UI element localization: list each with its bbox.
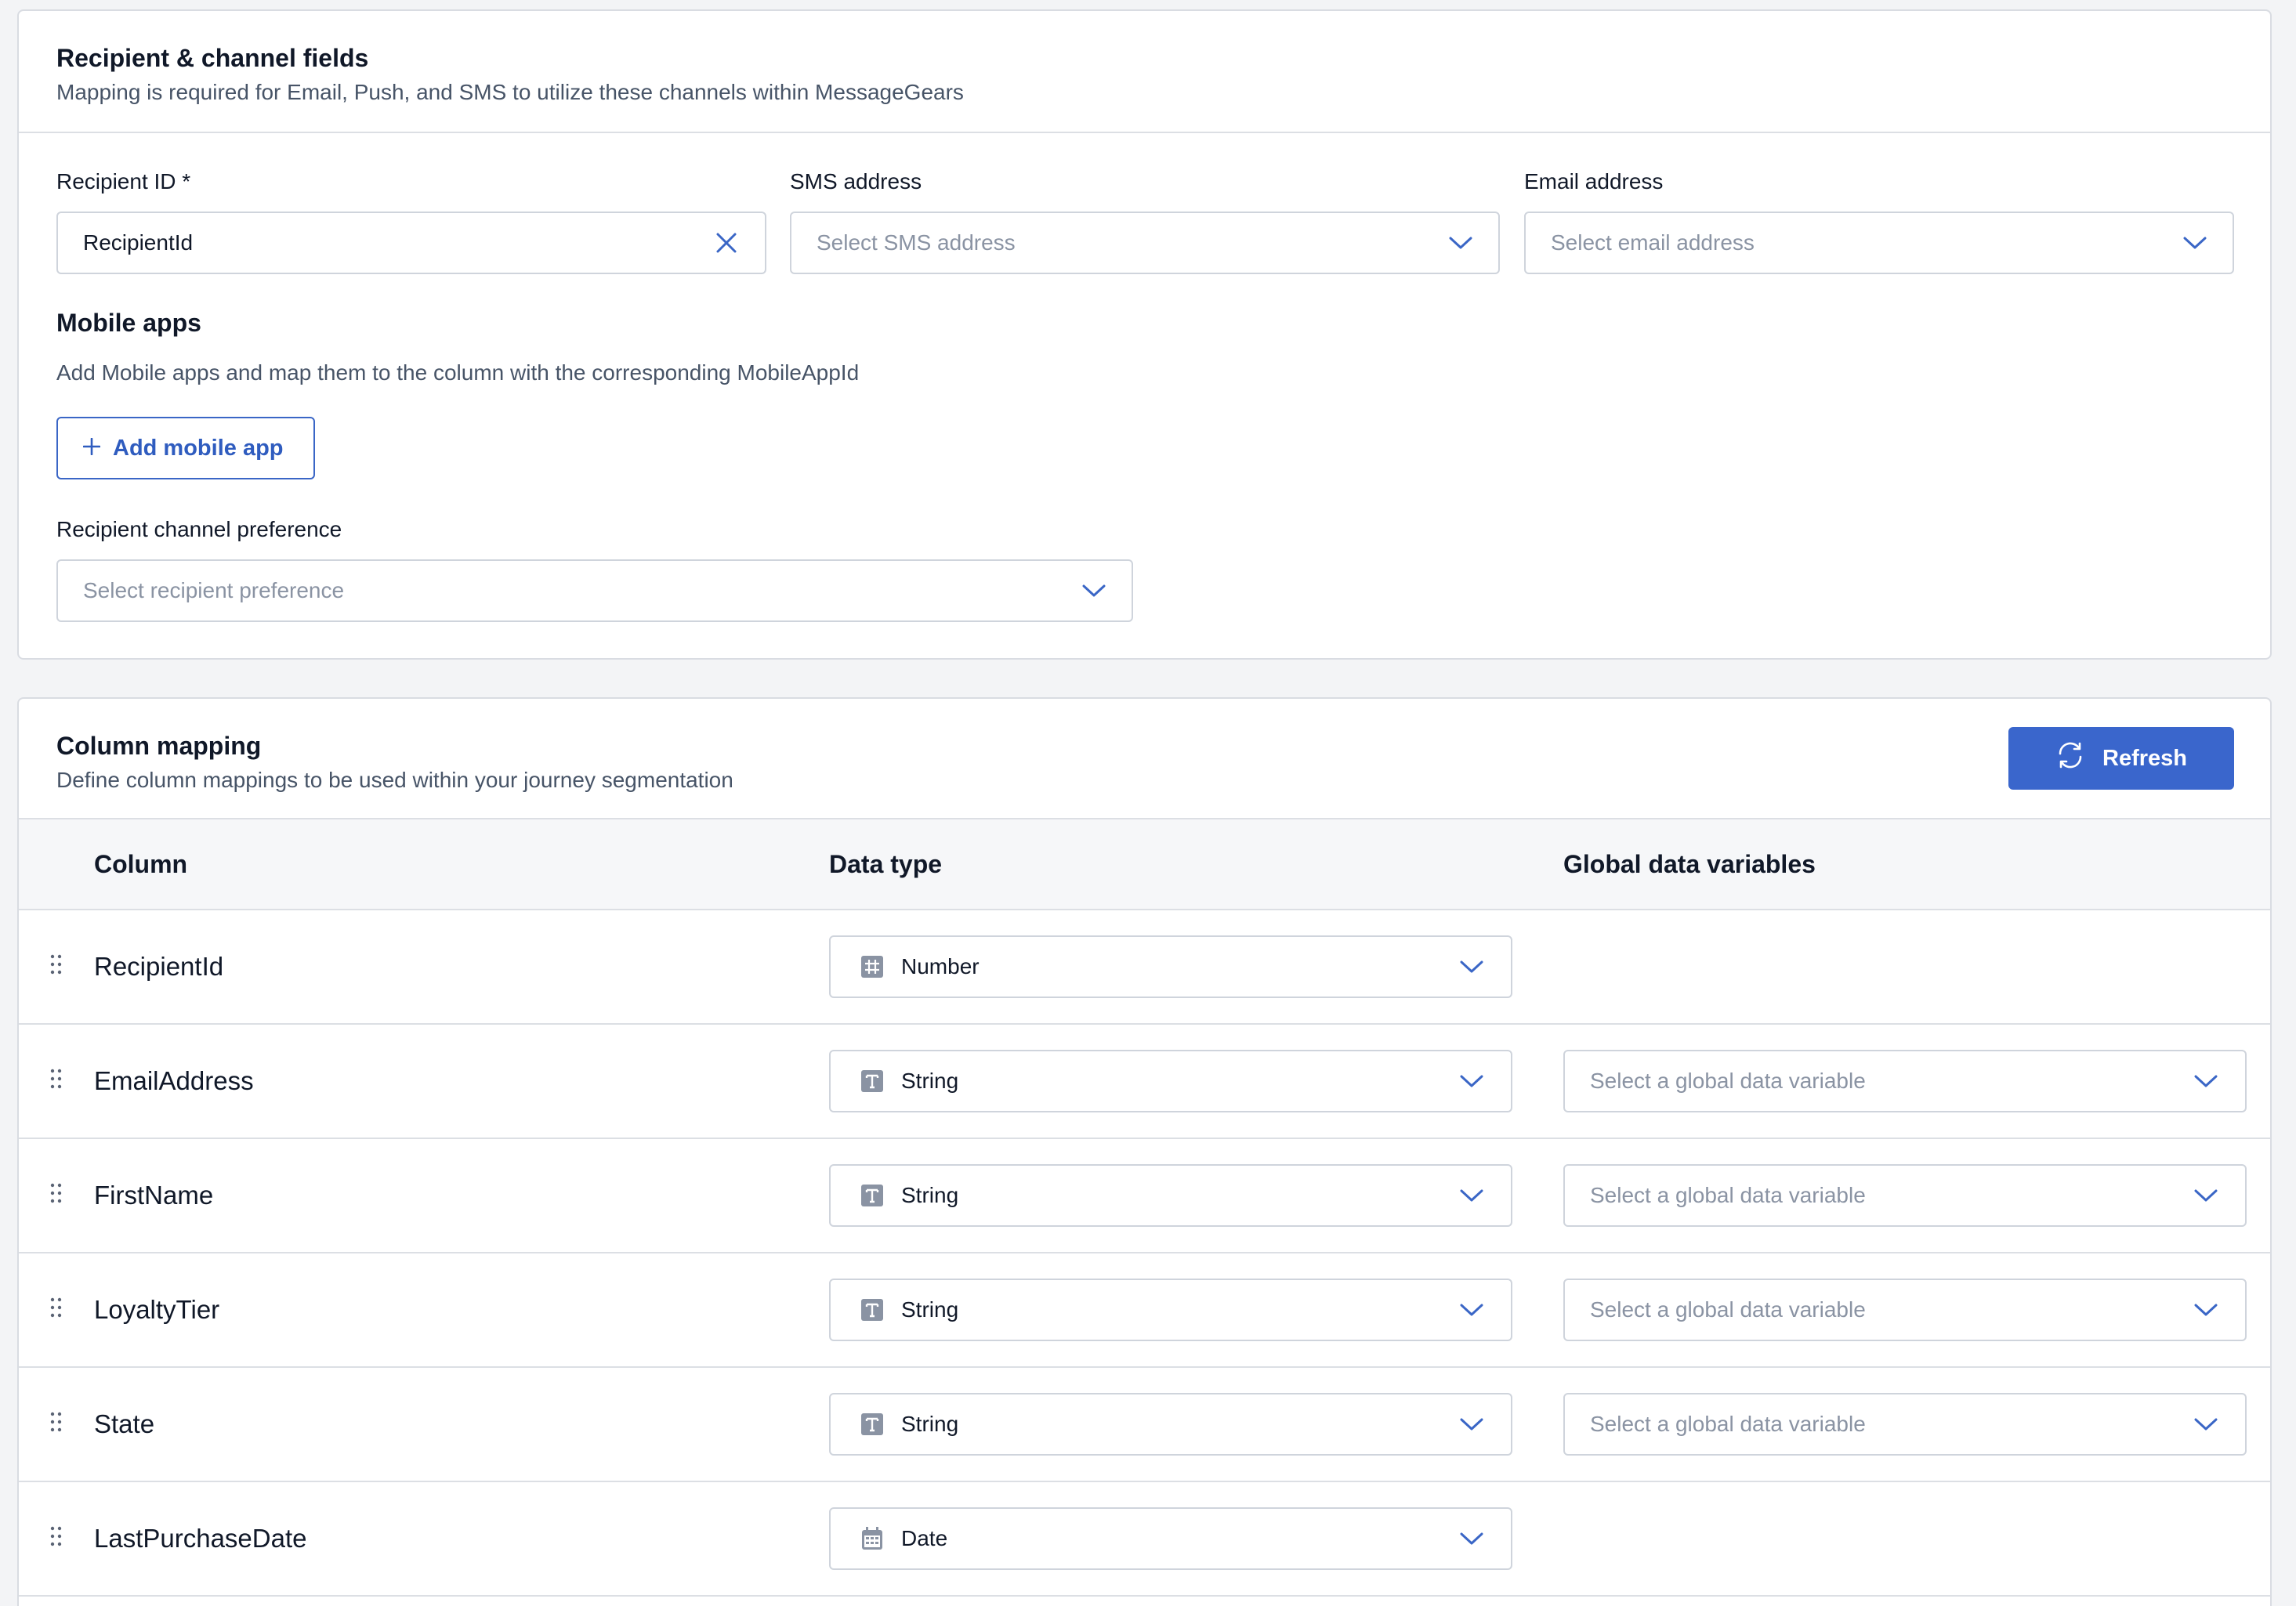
- global-data-variable-select[interactable]: Select a global data variable: [1563, 1050, 2247, 1112]
- table-row: State String Select a global data variable: [19, 1368, 2270, 1482]
- table-header: Column Data type Global data variables: [19, 819, 2270, 910]
- chevron-down-icon: [2193, 1183, 2218, 1208]
- drag-handle-icon[interactable]: [50, 1526, 66, 1548]
- data-type-value: String: [901, 1412, 959, 1436]
- table-row: FirstName String Select a global data vari…: [19, 1139, 2270, 1253]
- data-type-select[interactable]: Date: [829, 1507, 1512, 1570]
- column-card-header: Column mapping Define column mappings to…: [19, 699, 2270, 819]
- global-data-variable-select[interactable]: Select a global data variable: [1563, 1164, 2247, 1227]
- drag-handle-icon[interactable]: [50, 1183, 66, 1205]
- column-mapping-card: Column mapping Define column mappings to…: [17, 697, 2272, 1606]
- mobile-apps-title: Mobile apps: [56, 309, 201, 337]
- chevron-down-icon: [1459, 1069, 1484, 1094]
- string-icon: [860, 1412, 884, 1436]
- recipient-id-select[interactable]: RecipientId: [56, 212, 766, 274]
- column-name: EmailAddress: [94, 1066, 254, 1095]
- sms-address-placeholder: Select SMS address: [817, 230, 1016, 255]
- mobile-apps-description: Add Mobile apps and map them to the colu…: [56, 360, 860, 385]
- global-vars-header: Global data variables: [1563, 849, 1816, 878]
- email-address-select[interactable]: Select email address: [1524, 212, 2234, 274]
- refresh-label: Refresh: [2102, 745, 2187, 771]
- data-type-value: Date: [901, 1526, 948, 1550]
- recipient-card-subtitle: Mapping is required for Email, Push, and…: [56, 80, 964, 104]
- refresh-button[interactable]: Refresh: [2008, 727, 2234, 790]
- drag-handle-icon[interactable]: [50, 954, 66, 976]
- data-type-value: Number: [901, 954, 980, 978]
- table-row: EmailAddress String Select a global data v…: [19, 1025, 2270, 1139]
- chevron-down-icon: [1459, 954, 1484, 979]
- column-name: FirstName: [94, 1181, 214, 1210]
- global-data-variable-placeholder: Select a global data variable: [1590, 1069, 1866, 1093]
- chevron-down-icon: [2193, 1412, 2218, 1437]
- channel-preference-label: Recipient channel preference: [56, 517, 342, 541]
- refresh-icon: [2055, 740, 2085, 776]
- string-icon: [860, 1069, 884, 1093]
- channel-preference-select[interactable]: Select recipient preference: [56, 559, 1133, 622]
- column-name: LastPurchaseDate: [94, 1524, 307, 1553]
- chevron-down-icon: [1459, 1412, 1484, 1437]
- recipient-channel-card: Recipient & channel fields Mapping is re…: [17, 9, 2272, 660]
- drag-handle-icon[interactable]: [50, 1412, 66, 1434]
- chevron-down-icon: [2193, 1069, 2218, 1094]
- add-mobile-app-label: Add mobile app: [113, 435, 284, 461]
- global-data-variable-placeholder: Select a global data variable: [1590, 1412, 1866, 1436]
- column-name: LoyaltyTier: [94, 1295, 220, 1324]
- column-name: RecipientId: [94, 952, 224, 981]
- global-data-variable-placeholder: Select a global data variable: [1590, 1297, 1866, 1322]
- string-icon: [860, 1298, 884, 1322]
- recipient-card-title: Recipient & channel fields: [56, 44, 369, 72]
- table-row: RecipientId Number: [19, 910, 2270, 1025]
- data-type-select[interactable]: String: [829, 1050, 1512, 1112]
- table-row: LoyaltyTier String Select a global data va…: [19, 1253, 2270, 1368]
- email-address-label: Email address: [1524, 169, 1664, 194]
- recipient-id-value: RecipientId: [83, 230, 194, 255]
- chevron-down-icon: [2182, 230, 2207, 255]
- chevron-down-icon: [1459, 1297, 1484, 1322]
- data-type-select[interactable]: Number: [829, 935, 1512, 998]
- data-type-value: String: [901, 1297, 959, 1322]
- email-address-placeholder: Select email address: [1551, 230, 1755, 255]
- column-header: Column: [94, 849, 188, 878]
- chevron-down-icon: [1459, 1183, 1484, 1208]
- data-type-select[interactable]: String: [829, 1164, 1512, 1227]
- recipient-card-header: Recipient & channel fields Mapping is re…: [19, 11, 2270, 133]
- sms-address-select[interactable]: Select SMS address: [790, 212, 1500, 274]
- data-type-header: Data type: [829, 849, 943, 878]
- chevron-down-icon: [1459, 1526, 1484, 1551]
- channel-preference-placeholder: Select recipient preference: [83, 578, 345, 602]
- data-type-value: String: [901, 1183, 959, 1207]
- global-data-variable-select[interactable]: Select a global data variable: [1563, 1279, 2247, 1341]
- add-mobile-app-button[interactable]: Add mobile app: [56, 417, 315, 479]
- column-card-subtitle: Define column mappings to be used within…: [56, 768, 733, 792]
- column-card-title: Column mapping: [56, 732, 262, 760]
- chevron-down-icon: [1081, 578, 1106, 603]
- plus-icon: [82, 436, 101, 461]
- clear-icon[interactable]: [713, 230, 740, 256]
- drag-handle-icon[interactable]: [50, 1297, 66, 1319]
- global-data-variable-placeholder: Select a global data variable: [1590, 1183, 1866, 1207]
- column-name: State: [94, 1409, 155, 1438]
- data-type-select[interactable]: String: [829, 1279, 1512, 1341]
- sms-address-label: SMS address: [790, 169, 922, 194]
- chevron-down-icon: [2193, 1297, 2218, 1322]
- data-type-select[interactable]: String: [829, 1393, 1512, 1456]
- data-type-value: String: [901, 1069, 959, 1093]
- global-data-variable-select[interactable]: Select a global data variable: [1563, 1393, 2247, 1456]
- calendar-icon: [860, 1527, 884, 1550]
- table-row: LastPurchaseDate Date: [19, 1482, 2270, 1597]
- string-icon: [860, 1184, 884, 1207]
- drag-handle-icon[interactable]: [50, 1069, 66, 1091]
- number-icon: [860, 955, 884, 978]
- recipient-id-label: Recipient ID *: [56, 169, 191, 194]
- chevron-down-icon: [1448, 230, 1473, 255]
